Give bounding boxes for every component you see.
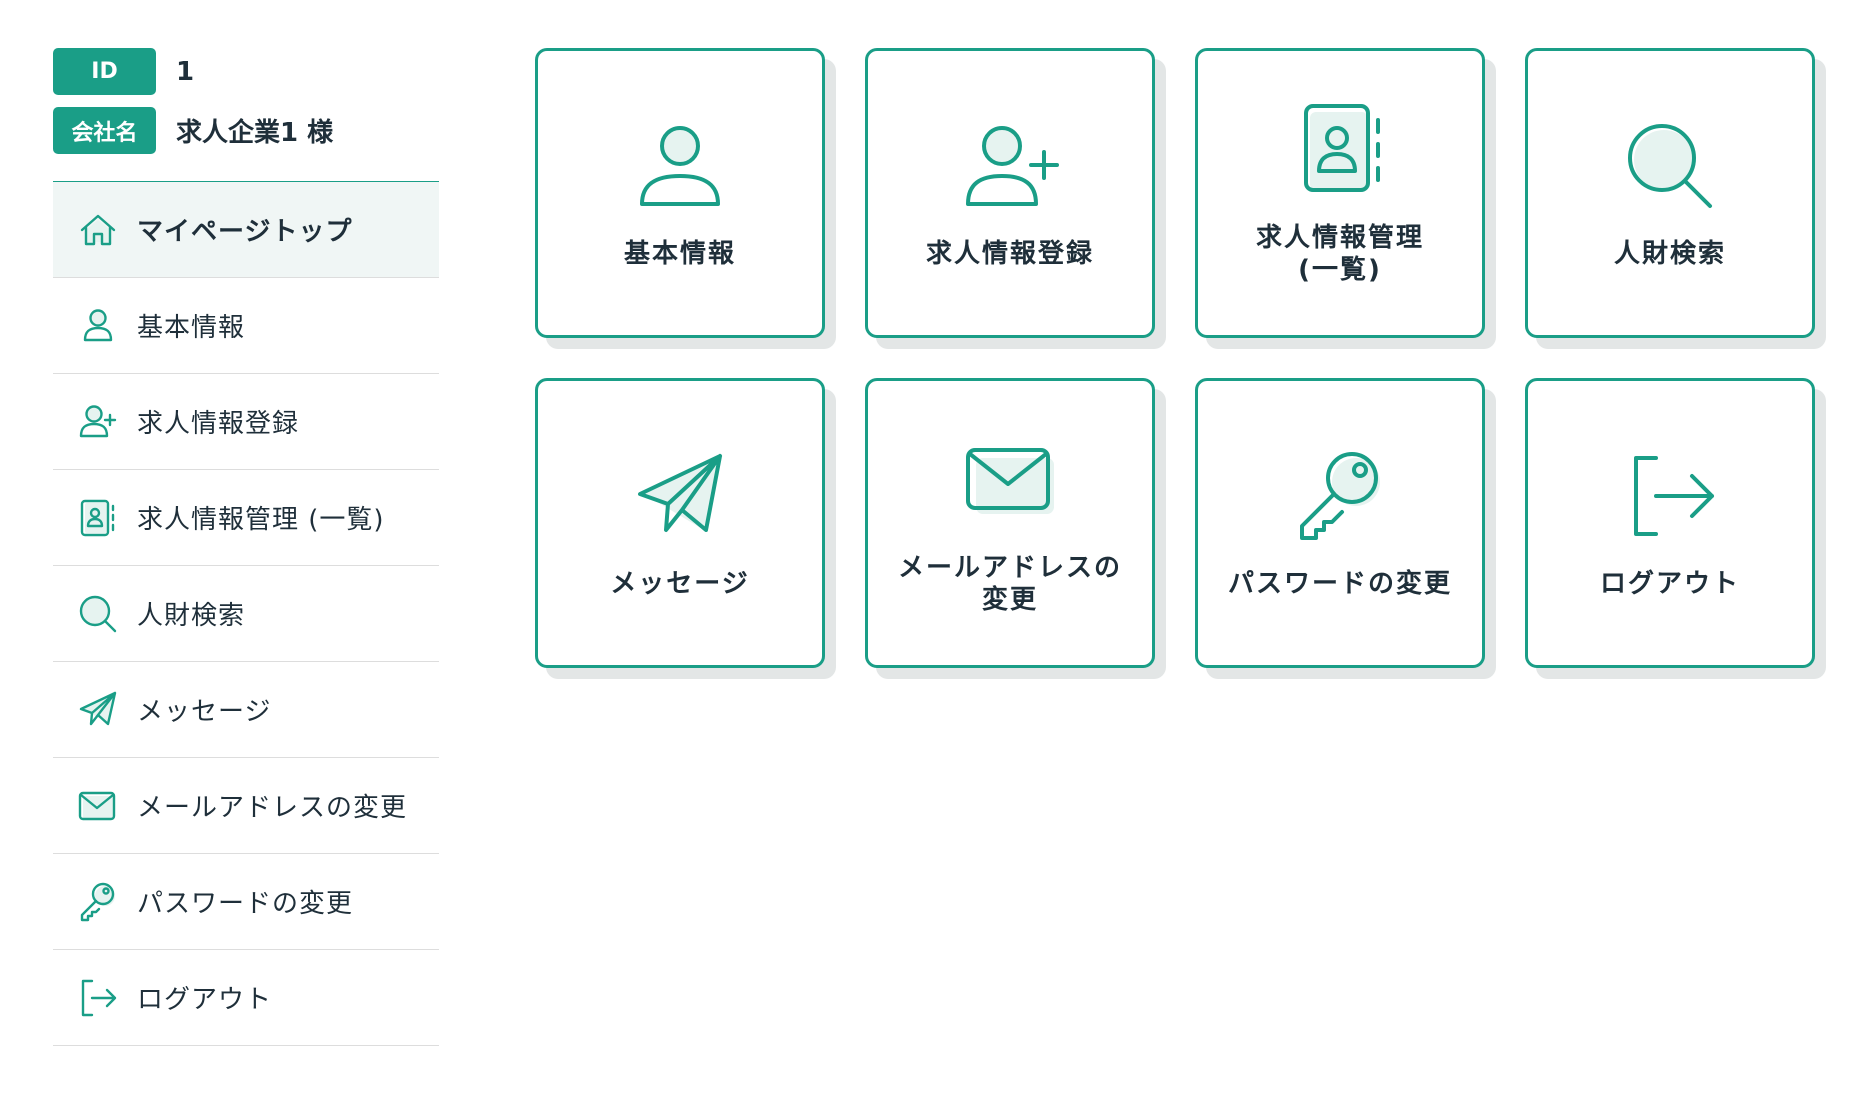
tile-label: メッセージ <box>610 568 750 599</box>
sidebar-item-change-password[interactable]: パスワードの変更 <box>53 854 439 950</box>
company-row: 会社名 求人企業1 様 <box>53 107 439 154</box>
sidebar-item-label: ログアウト <box>137 985 273 1015</box>
search-icon <box>1620 116 1720 216</box>
sidebar-item-label: 人財検索 <box>137 601 246 631</box>
user-icon <box>630 116 730 216</box>
logout-icon <box>77 977 119 1019</box>
tile-basic-info[interactable]: 基本情報 <box>535 48 825 338</box>
user-icon <box>77 305 119 347</box>
tile-message[interactable]: メッセージ <box>535 378 825 668</box>
tile-change-password[interactable]: パスワードの変更 <box>1195 378 1485 668</box>
sidebar-item-job-registration[interactable]: 求人情報登録 <box>53 374 439 470</box>
sidebar: ID 1 会社名 求人企業1 様 マイページトップ 基本情報 求人情報登録 求人… <box>53 48 439 1046</box>
sidebar-item-talent-search[interactable]: 人財検索 <box>53 566 439 662</box>
tile-talent-search[interactable]: 人財検索 <box>1525 48 1815 338</box>
id-badge: ID <box>53 48 156 95</box>
home-icon <box>77 209 119 251</box>
paper-plane-icon <box>77 689 119 731</box>
tile-change-email[interactable]: メールアドレスの 変更 <box>865 378 1155 668</box>
user-plus-icon <box>960 116 1060 216</box>
key-icon <box>77 881 119 923</box>
search-icon <box>77 593 119 635</box>
sidebar-item-mypage-top[interactable]: マイページトップ <box>53 182 439 278</box>
contact-book-icon <box>77 497 119 539</box>
contact-book-icon <box>1290 100 1390 200</box>
sidebar-item-change-email[interactable]: メールアドレスの変更 <box>53 758 439 854</box>
tile-label: パスワードの変更 <box>1227 568 1452 599</box>
sidebar-nav: マイページトップ 基本情報 求人情報登録 求人情報管理 (一覧) 人財検索 メッ… <box>53 181 439 1046</box>
company-badge: 会社名 <box>53 107 156 154</box>
tile-label: 基本情報 <box>623 238 736 269</box>
id-value: 1 <box>176 56 195 87</box>
user-plus-icon <box>77 401 119 443</box>
sidebar-item-label: マイページトップ <box>137 217 353 247</box>
id-row: ID 1 <box>53 48 439 95</box>
tile-label: 求人情報管理 (一覧) <box>1255 222 1424 286</box>
sidebar-item-job-management[interactable]: 求人情報管理 (一覧) <box>53 470 439 566</box>
paper-plane-icon <box>630 446 730 546</box>
sidebar-item-basic-info[interactable]: 基本情報 <box>53 278 439 374</box>
sidebar-item-label: 求人情報登録 <box>137 409 300 439</box>
key-icon <box>1290 446 1390 546</box>
sidebar-item-message[interactable]: メッセージ <box>53 662 439 758</box>
tile-label: 人財検索 <box>1613 238 1726 269</box>
envelope-icon <box>960 430 1060 530</box>
tile-job-management[interactable]: 求人情報管理 (一覧) <box>1195 48 1485 338</box>
sidebar-item-label: メールアドレスの変更 <box>137 793 408 823</box>
sidebar-item-label: 基本情報 <box>137 313 246 343</box>
tile-label: ログアウト <box>1599 568 1740 599</box>
tile-logout[interactable]: ログアウト <box>1525 378 1815 668</box>
sidebar-item-label: メッセージ <box>137 697 272 727</box>
sidebar-item-label: 求人情報管理 (一覧) <box>137 505 385 535</box>
tile-job-registration[interactable]: 求人情報登録 <box>865 48 1155 338</box>
tile-label: 求人情報登録 <box>925 238 1094 269</box>
company-value: 求人企業1 様 <box>176 118 334 148</box>
sidebar-item-label: パスワードの変更 <box>137 889 354 919</box>
tile-label: メールアドレスの 変更 <box>897 552 1122 616</box>
sidebar-item-logout[interactable]: ログアウト <box>53 950 439 1046</box>
envelope-icon <box>77 785 119 827</box>
logout-icon <box>1620 446 1720 546</box>
